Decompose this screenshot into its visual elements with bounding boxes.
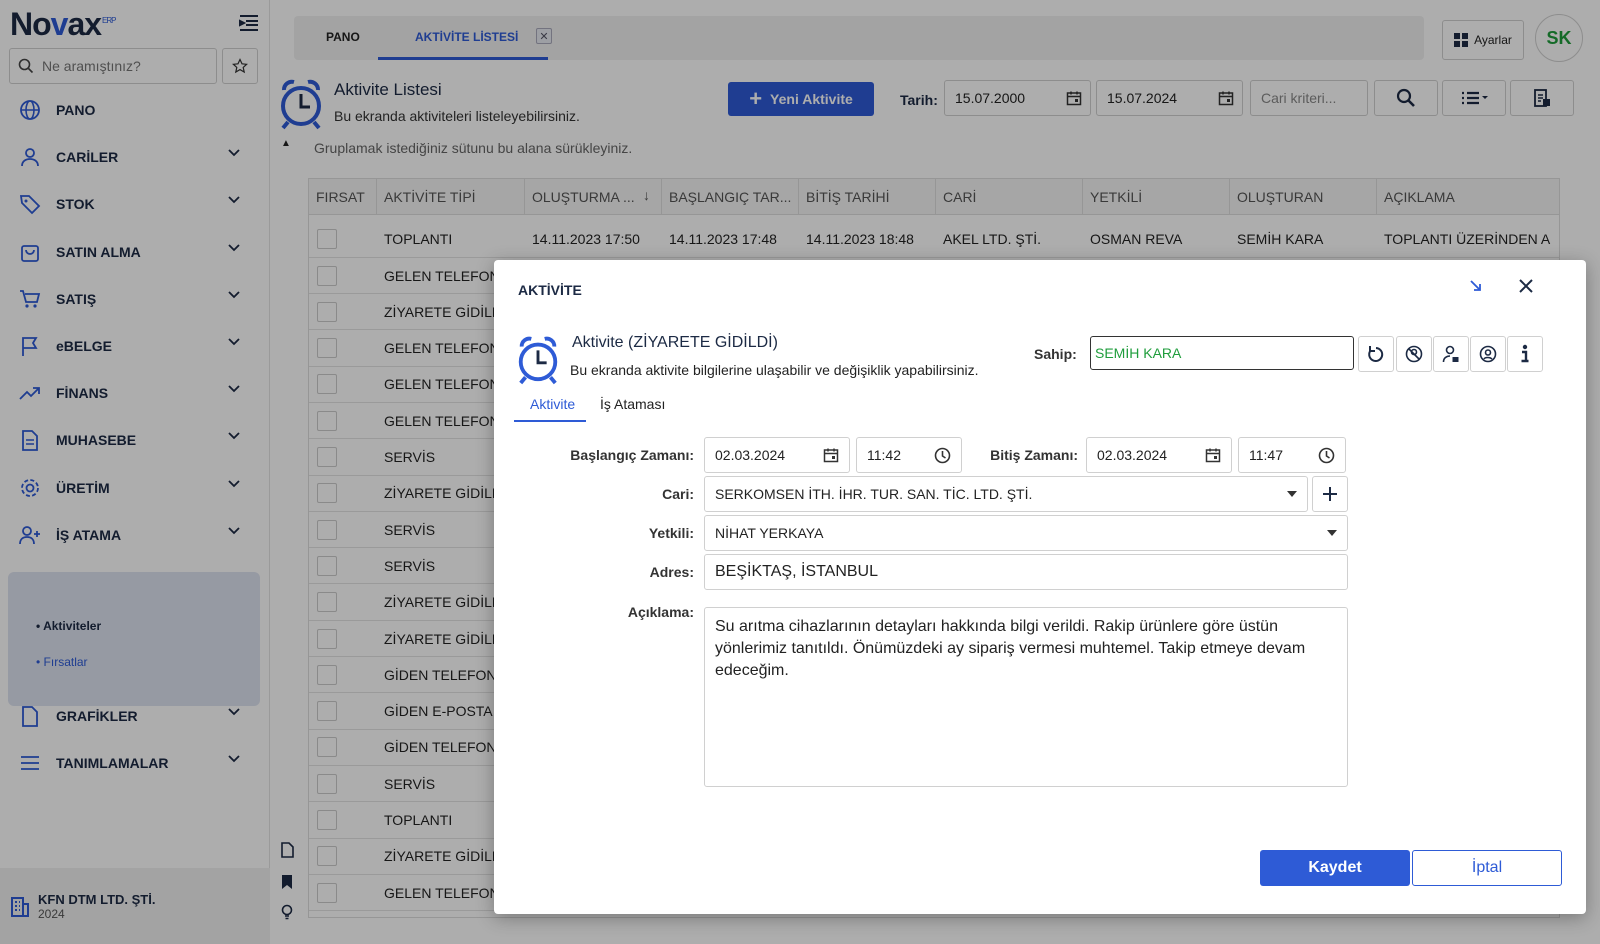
aciklama-label: Açıklama: [627,604,694,620]
clock-icon [934,447,951,464]
reset-owner-button[interactable] [1358,336,1394,372]
modal-subtitle: Bu ekranda aktivite bilgilerine ulaşabil… [570,362,979,378]
info-button[interactable] [1507,336,1543,372]
refresh-icon [1368,346,1384,362]
start-time-input[interactable]: 11:42 [856,437,962,473]
start-time-label: Başlangıç Zamanı: [570,447,694,463]
owner-field[interactable]: SEMİH KARA [1090,336,1354,370]
user-circle-icon [1405,345,1423,363]
start-date-input[interactable]: 02.03.2024 [704,437,850,473]
user-lock-icon [1442,345,1459,363]
tab-aktivite[interactable]: Aktivite [530,396,575,412]
end-time-input[interactable]: 11:47 [1238,437,1346,473]
minimize-icon[interactable] [1468,278,1484,294]
user-block-button[interactable] [1396,336,1432,372]
user-lock-button[interactable] [1433,336,1469,372]
end-time-label: Bitiş Zamanı: [990,447,1078,463]
plus-icon [1323,487,1337,501]
calendar-icon [823,448,839,463]
aciklama-textarea[interactable]: Su arıtma cihazlarının detayları hakkınd… [704,607,1348,787]
modal-header: AKTİVİTE [518,282,582,298]
tab-is-atamasi[interactable]: İş Ataması [600,396,665,412]
clock-icon [1318,447,1335,464]
cari-label: Cari: [662,486,694,502]
calendar-icon [1205,448,1221,463]
user-sync-button[interactable] [1470,336,1506,372]
add-cari-button[interactable] [1312,476,1348,512]
close-icon[interactable] [1518,278,1534,294]
yetkili-label: Yetkili: [648,525,694,541]
end-date-input[interactable]: 02.03.2024 [1086,437,1232,473]
modal-title: Aktivite (ZİYARETE GİDİLDİ) [572,334,778,351]
owner-label: Sahip: [1034,346,1077,362]
info-icon [1521,344,1529,363]
user-sync-icon [1479,345,1497,363]
modal-tab-indicator [514,420,586,422]
yetkili-select[interactable]: NİHAT YERKAYA [704,515,1348,551]
alarm-clock-icon [514,332,562,389]
activity-modal: AKTİVİTE Aktivite (ZİYARETE GİDİLDİ) Bu … [494,260,1586,914]
adres-input[interactable]: BEŞİKTAŞ, İSTANBUL [704,554,1348,590]
cancel-button[interactable]: İptal [1412,850,1562,886]
save-button[interactable]: Kaydet [1260,850,1410,886]
caret-down-icon [1327,530,1337,536]
adres-label: Adres: [649,564,694,580]
caret-down-icon [1287,491,1297,497]
cari-select[interactable]: SERKOMSEN İTH. İHR. TUR. SAN. TİC. LTD. … [704,476,1308,512]
